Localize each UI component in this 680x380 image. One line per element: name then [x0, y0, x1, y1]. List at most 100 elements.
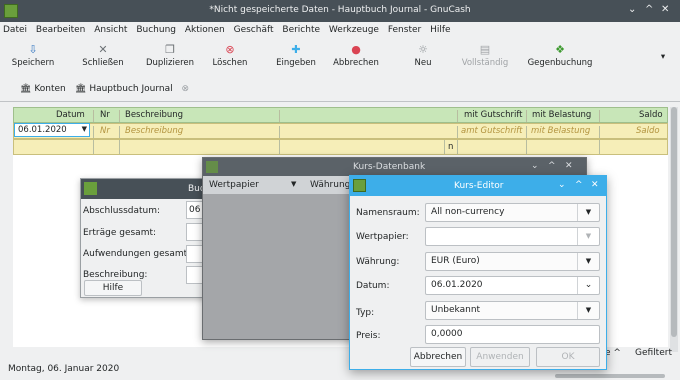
help-button[interactable]: Hilfe [84, 280, 142, 296]
calendar-dropdown-icon[interactable]: ⌄ [577, 277, 599, 294]
menu-werkzeuge[interactable]: Werkzeuge [326, 22, 382, 35]
price-database-title: Kurs-Datenbank [353, 162, 426, 172]
tab-accounts[interactable]: 🏛 Konten [20, 84, 66, 94]
col-num: Nr [100, 110, 110, 120]
save-icon: ⇩ [28, 43, 38, 56]
col-debit: mit Belastung [532, 110, 592, 120]
accounts-tab-icon: 🏛 [20, 84, 32, 94]
menu-geschaeft[interactable]: Geschäft [231, 22, 277, 35]
minimize-icon[interactable]: ⌄ [531, 161, 539, 171]
journal-tab-icon: 🏛 [75, 84, 87, 94]
close-icon[interactable]: ✕ [661, 4, 669, 15]
type-select[interactable]: Unbekannt ▼ [425, 301, 600, 320]
maximize-icon[interactable]: ^ [548, 161, 556, 171]
price-input[interactable]: 0,0000 [425, 325, 600, 344]
duplicate-label: Duplizieren [145, 58, 195, 68]
description-label: Beschreibung: [83, 270, 148, 280]
col-currency[interactable]: Währung [310, 180, 350, 190]
date-input[interactable]: 06.01.2020 ⌄ [425, 276, 600, 295]
price-editor-titlebar: Kurs-Editor ⌄ ^ ✕ [350, 176, 606, 196]
chevron-down-icon[interactable]: ▼ [577, 228, 599, 245]
toolbar-overflow-button[interactable]: ▾ [655, 52, 671, 62]
table-row[interactable]: 06.01.2020 ▼ Nr Beschreibung amt Gutschr… [13, 123, 668, 139]
minimize-icon[interactable]: ⌄ [628, 4, 636, 15]
currency-value: EUR (Euro) [431, 256, 480, 266]
type-label: Typ: [356, 308, 375, 318]
price-editor-dialog: Kurs-Editor ⌄ ^ ✕ Namensraum: All non-cu… [349, 175, 607, 370]
sort-down-icon[interactable]: ▼ [291, 180, 296, 188]
register-scrollbar[interactable] [670, 107, 678, 352]
date-value: 06.01.2020 [431, 280, 483, 290]
expenses-total-label: Aufwendungen gesamt: [83, 249, 191, 259]
save-button[interactable]: ⇩ Speichern [5, 42, 61, 68]
menu-aktionen[interactable]: Aktionen [182, 22, 228, 35]
ok-button[interactable]: OK [536, 347, 600, 367]
income-total-label: Erträge gesamt: [83, 228, 157, 238]
delete-label: Löschen [212, 58, 248, 68]
chevron-down-icon[interactable]: ▼ [577, 204, 599, 221]
counter-transaction-button[interactable]: ❖ Gegenbuchung [522, 42, 598, 68]
chevron-down-icon[interactable]: ▼ [577, 253, 599, 270]
balance-cell: Saldo [636, 126, 660, 136]
col-security[interactable]: Wertpapier [209, 180, 259, 190]
namespace-select[interactable]: All non-currency ▼ [425, 203, 600, 222]
duplicate-button[interactable]: ❐ Duplizieren [140, 42, 200, 68]
description-cell[interactable]: Beschreibung [125, 126, 183, 136]
tab-close-icon[interactable]: ⊗ [181, 84, 189, 94]
cancel-button[interactable]: Abbrechen [410, 347, 466, 367]
currency-label: Währung: [356, 257, 400, 267]
maximize-icon[interactable]: ^ [575, 180, 583, 190]
stop-icon: ● [351, 43, 361, 56]
close-icon[interactable]: ✕ [565, 161, 573, 171]
menu-bearbeiten[interactable]: Bearbeiten [33, 22, 88, 35]
tab-journal[interactable]: 🏛 Hauptbuch Journal ⊗ [75, 84, 189, 94]
tab-bar: 🏛 Konten 🏛 Hauptbuch Journal ⊗ [0, 80, 680, 102]
menu-hilfe[interactable]: Hilfe [427, 22, 453, 35]
apply-button[interactable]: Anwenden [470, 347, 530, 367]
date-value: 06.01.2020 [18, 125, 67, 135]
cancel-transaction-button[interactable]: ● Abbrechen [328, 42, 384, 68]
reconcile-cell[interactable]: n [448, 142, 453, 152]
credit-cell[interactable]: amt Gutschrift [461, 126, 523, 136]
maximize-icon[interactable]: ^ [645, 4, 653, 15]
menu-bar: Datei Bearbeiten Ansicht Buchung Aktione… [0, 22, 680, 40]
col-balance: Saldo [639, 110, 663, 120]
horizontal-scrollbar[interactable] [555, 374, 665, 378]
tab-journal-label: Hauptbuch Journal [89, 84, 173, 94]
close-icon[interactable]: ✕ [591, 180, 599, 190]
app-icon [84, 182, 97, 195]
scrollbar-thumb[interactable] [671, 107, 677, 337]
complete-button[interactable]: ▤ Vollständig [455, 42, 515, 68]
close-button[interactable]: ✕ Schließen [75, 42, 131, 68]
new-transaction-button[interactable]: ☼ Neu [398, 42, 448, 68]
currency-select[interactable]: EUR (Euro) ▼ [425, 252, 600, 271]
close-tab-icon: ✕ [98, 43, 108, 56]
date-field[interactable]: 06.01.2020 ▼ [14, 123, 90, 137]
chevron-down-icon[interactable]: ▼ [82, 125, 87, 133]
tab-accounts-label: Konten [34, 84, 66, 94]
menu-datei[interactable]: Datei [0, 22, 30, 35]
minimize-icon[interactable]: ⌄ [558, 180, 566, 190]
menu-buchung[interactable]: Buchung [133, 22, 179, 35]
enter-icon: ✚ [291, 43, 301, 56]
menu-ansicht[interactable]: Ansicht [91, 22, 130, 35]
delete-button[interactable]: ⊗ Löschen [202, 42, 258, 68]
new-icon: ☼ [418, 43, 428, 56]
table-row[interactable]: n [13, 139, 668, 155]
enter-button[interactable]: ✚ Eingeben [268, 42, 324, 68]
app-icon [353, 179, 366, 192]
debit-cell[interactable]: mit Belastung [531, 126, 590, 136]
overflow-icon: ▾ [660, 52, 666, 62]
new-label: Neu [414, 58, 432, 68]
date-label: Datum: [356, 281, 390, 291]
menu-berichte[interactable]: Berichte [279, 22, 323, 35]
namespace-value: All non-currency [431, 207, 505, 217]
menu-fenster[interactable]: Fenster [385, 22, 424, 35]
security-select[interactable]: ▼ [425, 227, 600, 246]
chevron-down-icon[interactable]: ▼ [577, 302, 599, 319]
namespace-label: Namensraum: [356, 208, 420, 218]
num-cell[interactable]: Nr [100, 126, 110, 136]
col-description: Beschreibung [125, 110, 184, 120]
price-database-titlebar: Kurs-Datenbank ⌄ ^ ✕ [203, 158, 586, 176]
save-label: Speichern [11, 58, 55, 68]
